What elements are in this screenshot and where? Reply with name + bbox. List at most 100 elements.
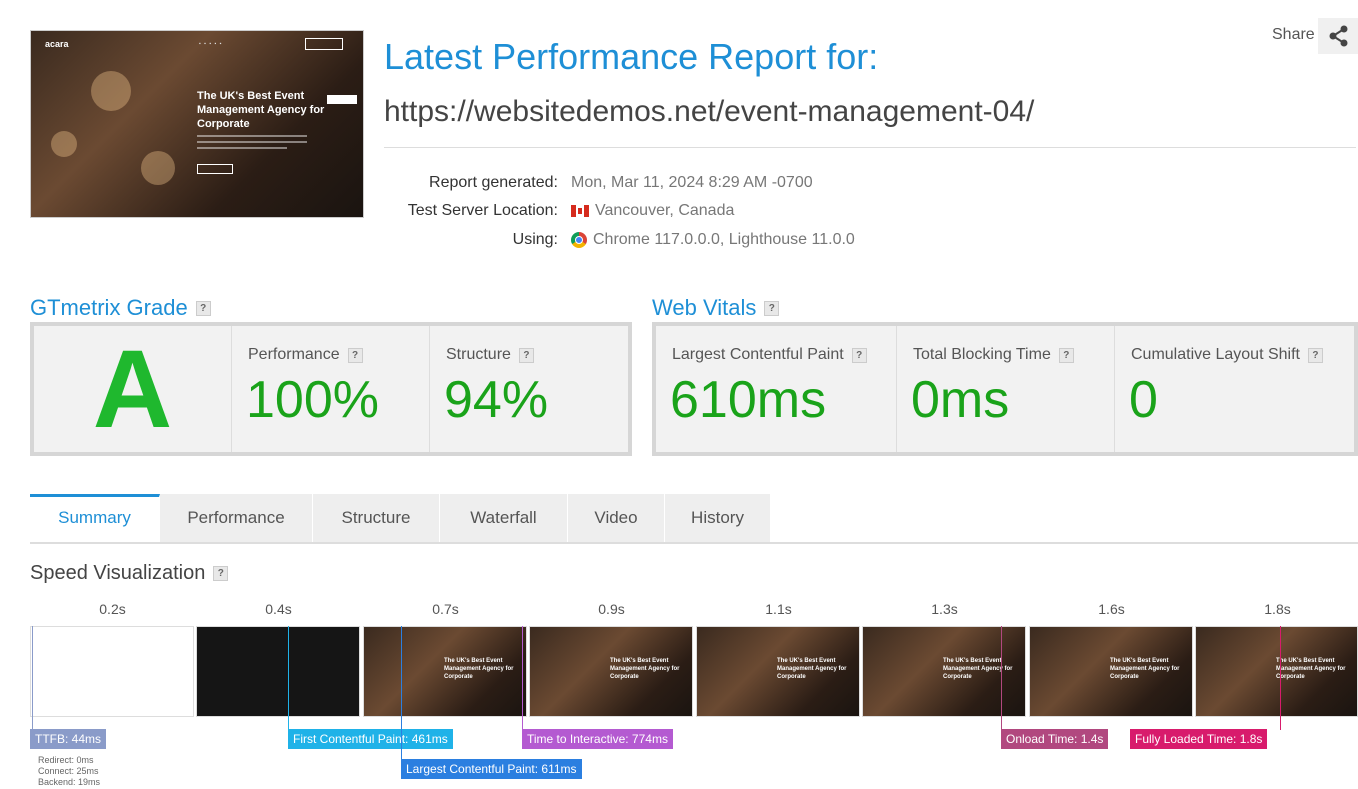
report-generated-value: Mon, Mar 11, 2024 8:29 AM -0700: [571, 174, 813, 191]
frame-time-label: 0.4s: [265, 601, 292, 617]
cls-cell: Cumulative Layout Shift ? 0: [1115, 326, 1354, 452]
frame-time-label: 1.8s: [1264, 601, 1291, 617]
web-vitals-heading: Web Vitals ?: [652, 295, 780, 321]
help-icon[interactable]: ?: [518, 347, 534, 363]
filmstrip-frame: The UK's Best Event Management Agency fo…: [696, 626, 860, 717]
help-icon[interactable]: ?: [851, 347, 867, 363]
performance-cell: Performance ? 100%: [232, 326, 430, 452]
structure-value: 94%: [444, 371, 549, 429]
report-url[interactable]: https://websitedemos.net/event-managemen…: [384, 95, 1034, 129]
frame-time-label: 0.7s: [432, 601, 459, 617]
thumbnail-bokeh: [141, 151, 175, 185]
timing-redirect: Redirect: 0ms: [38, 755, 94, 765]
tab-performance[interactable]: Performance: [160, 494, 313, 542]
frame-time-label: 1.3s: [931, 601, 958, 617]
using-value: Chrome 117.0.0.0, Lighthouse 11.0.0: [571, 231, 855, 249]
help-icon[interactable]: ?: [213, 566, 229, 581]
share-icon: [1329, 25, 1348, 47]
filmstrip-frame: [196, 626, 360, 717]
thumbnail-bokeh: [51, 131, 77, 157]
help-icon[interactable]: ?: [1307, 347, 1323, 363]
ttfb-marker-line: [32, 626, 33, 730]
help-icon[interactable]: ?: [195, 300, 211, 316]
thumbnail-nav: ▪ ▪ ▪ ▪ ▪: [199, 41, 223, 47]
frame-time-label: 0.2s: [99, 601, 126, 617]
fully-loaded-marker-label: Fully Loaded Time: 1.8s: [1130, 729, 1268, 749]
tab-waterfall[interactable]: Waterfall: [440, 494, 568, 542]
canada-flag-icon: [571, 205, 589, 217]
frame-time-label: 0.9s: [598, 601, 625, 617]
gtmetrix-grade-box: A Performance ? 100% Structure ? 94%: [30, 322, 632, 456]
tbt-cell: Total Blocking Time ? 0ms: [897, 326, 1115, 452]
test-server-location-label: Test Server Location:: [407, 202, 558, 219]
help-icon[interactable]: ?: [1058, 347, 1074, 363]
frame-time-label: 1.1s: [765, 601, 792, 617]
fully-loaded-marker-line: [1280, 626, 1281, 730]
tab-structure[interactable]: Structure: [313, 494, 440, 542]
grade-cell: A: [34, 326, 232, 452]
frame-time-label: 1.6s: [1098, 601, 1125, 617]
tbt-label: Total Blocking Time ?: [913, 346, 1074, 364]
grade-letter: A: [92, 327, 173, 451]
thumbnail-headline: The UK's Best Event Management Agency fo…: [197, 90, 325, 130]
cls-value: 0: [1129, 371, 1158, 429]
frame-headline: The UK's Best Event Management Agency fo…: [1110, 658, 1180, 680]
fcp-marker-line: [288, 626, 289, 730]
filmstrip-frame: The UK's Best Event Management Agency fo…: [363, 626, 527, 717]
using-label: Using:: [512, 231, 558, 248]
share-label: Share: [1272, 26, 1315, 43]
help-icon[interactable]: ?: [347, 347, 363, 363]
chrome-icon: [571, 232, 587, 248]
thumbnail-logo: acara: [45, 39, 69, 49]
header-divider: [384, 147, 1356, 148]
lcp-marker-label: Largest Contentful Paint: 611ms: [401, 759, 582, 779]
filmstrip-frame: The UK's Best Event Management Agency fo…: [1029, 626, 1193, 717]
timing-backend: Backend: 19ms: [38, 777, 101, 787]
structure-cell: Structure ? 94%: [430, 326, 628, 452]
web-vitals-box: Largest Contentful Paint ? 610ms Total B…: [652, 322, 1358, 456]
gtmetrix-grade-heading: GTmetrix Grade ?: [30, 295, 211, 321]
lcp-label: Largest Contentful Paint ?: [672, 346, 867, 364]
tti-marker-label: Time to Interactive: 774ms: [522, 729, 673, 749]
tbt-value: 0ms: [911, 371, 1010, 429]
report-tabs: Summary Performance Structure Waterfall …: [30, 494, 1358, 544]
fcp-marker-label: First Contentful Paint: 461ms: [288, 729, 453, 749]
tab-summary[interactable]: Summary: [30, 494, 160, 542]
thumbnail-text-line: [197, 147, 287, 149]
filmstrip-frame: [30, 626, 194, 717]
frame-headline: The UK's Best Event Management Agency fo…: [444, 658, 514, 680]
tab-video[interactable]: Video: [568, 494, 665, 542]
thumbnail-nav-button: [305, 38, 343, 50]
onload-marker-label: Onload Time: 1.4s: [1001, 729, 1109, 749]
lcp-value: 610ms: [670, 371, 827, 429]
timing-connect: Connect: 25ms: [38, 766, 99, 776]
report-title: Latest Performance Report for:: [384, 36, 879, 77]
ttfb-marker-label: TTFB: 44ms: [30, 729, 107, 749]
thumbnail-chip: [327, 95, 357, 104]
onload-marker-line: [1001, 626, 1002, 730]
test-server-location-value: Vancouver, Canada: [571, 202, 734, 220]
lcp-marker-line: [401, 626, 402, 760]
frame-headline: The UK's Best Event Management Agency fo…: [610, 658, 680, 680]
frame-headline: The UK's Best Event Management Agency fo…: [777, 658, 847, 680]
frame-headline: The UK's Best Event Management Agency fo…: [943, 658, 1013, 680]
filmstrip-frame: The UK's Best Event Management Agency fo…: [1195, 626, 1358, 717]
thumbnail-text-line: [197, 141, 307, 143]
tti-marker-line: [522, 626, 523, 730]
performance-label: Performance ?: [248, 346, 363, 364]
thumbnail-cta: [197, 164, 233, 174]
cls-label: Cumulative Layout Shift ?: [1131, 346, 1323, 364]
performance-value: 100%: [246, 371, 379, 429]
thumbnail-bokeh: [91, 71, 131, 111]
frame-headline: The UK's Best Event Management Agency fo…: [1276, 658, 1346, 680]
structure-label: Structure ?: [446, 346, 534, 364]
help-icon[interactable]: ?: [764, 300, 780, 316]
thumbnail-text-line: [197, 135, 307, 137]
report-screenshot-thumbnail: acara ▪ ▪ ▪ ▪ ▪ The UK's Best Event Mana…: [30, 30, 364, 218]
filmstrip-frame: The UK's Best Event Management Agency fo…: [529, 626, 693, 717]
lcp-cell: Largest Contentful Paint ? 610ms: [656, 326, 897, 452]
speed-visualization-heading: Speed Visualization ?: [30, 562, 229, 585]
tab-history[interactable]: History: [665, 494, 771, 542]
share-button[interactable]: [1318, 18, 1358, 54]
report-generated-label: Report generated:: [429, 174, 558, 191]
